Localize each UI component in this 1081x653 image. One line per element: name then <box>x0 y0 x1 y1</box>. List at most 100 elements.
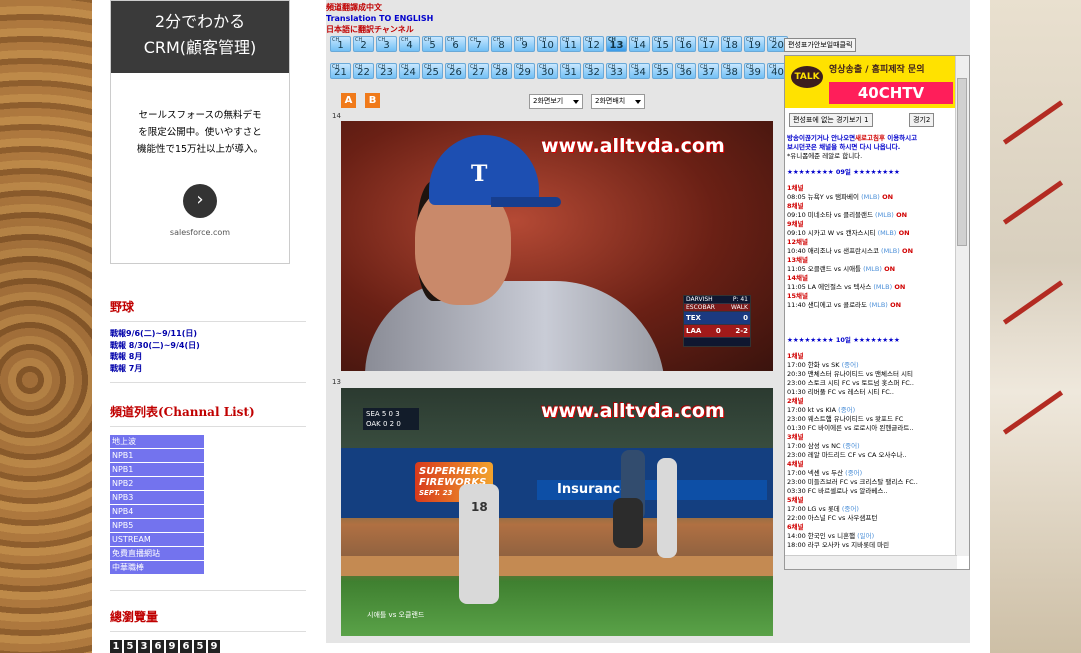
channel-button-28[interactable]: CH 28 <box>491 63 512 79</box>
schedule-item: 09:10 미네소타 vs 클리블랜드 (MLB) ON <box>787 211 955 220</box>
vertical-scrollbar[interactable] <box>955 56 969 556</box>
channel-button-23[interactable]: CH 23 <box>376 63 397 79</box>
schedule-item: 18:00 라쿠 오사카 vs 지바롯데 마린 <box>787 541 955 550</box>
extra-game-button-2[interactable]: 경기2 <box>909 113 935 127</box>
channel-link[interactable]: NPB2 <box>110 477 204 491</box>
a-button[interactable]: A <box>341 93 356 108</box>
channel-link[interactable]: 地上波 <box>110 435 204 449</box>
channel-button-14[interactable]: CH 14 <box>629 36 650 52</box>
extra-game-button-1[interactable]: 편성표에 없는 경기보기 1 <box>789 113 873 127</box>
channel-button-18[interactable]: CH 18 <box>721 36 742 52</box>
game-text: 08:05 뉴욕Y vs 탬파베이 <box>787 193 860 201</box>
schedule-help-button[interactable]: 편성표가안보일때클릭 <box>784 38 857 52</box>
date-header: ★★★★★★★★ 09일 ★★★★★★★★ <box>787 168 900 176</box>
channel-button-25[interactable]: CH 25 <box>422 63 443 79</box>
game-text: 03:30 FC 바르셀로나 vs 알라베스.. <box>787 487 888 495</box>
channel-link[interactable]: NPB3 <box>110 491 204 505</box>
channel-link[interactable]: 中華職棒 <box>110 561 204 575</box>
b-button[interactable]: B <box>365 93 380 108</box>
channel-button-29[interactable]: CH 29 <box>514 63 535 79</box>
ch-prefix: CH <box>355 37 363 43</box>
channel-link[interactable]: 免費直播網站 <box>110 547 204 561</box>
page-container: 2分でわかる CRM(顧客管理) セールスフォースの無料デモ を限定公開中。使い… <box>92 0 990 653</box>
schedule-panel[interactable]: TALK 영상송출 / 홈피제작 문의 40CHTV 편성표에 없는 경기보기 … <box>784 55 970 570</box>
lang-chinese-link[interactable]: 頻道翻譯成中文 <box>326 2 433 13</box>
channel-button-39[interactable]: CH 39 <box>744 63 765 79</box>
insurance-banner: Insurance <box>537 480 767 500</box>
dual-layout-select[interactable]: 2화면배치 <box>591 94 645 109</box>
ch-prefix: CH <box>516 64 524 70</box>
lang-english-link[interactable]: Translation TO ENGLISH <box>326 13 433 24</box>
kakao-banner[interactable]: TALK 영상송출 / 홈피제작 문의 40CHTV <box>785 56 957 108</box>
channel-button-32[interactable]: CH 32 <box>583 63 604 79</box>
counter-digit: 5 <box>124 640 136 653</box>
lang-japanese-link[interactable]: 日本語に翻訳チャンネル <box>326 24 433 35</box>
channel-button-1[interactable]: CH 1 <box>330 36 351 52</box>
channel-button-19[interactable]: CH 19 <box>744 36 765 52</box>
schedule-link[interactable]: 戰報 8/30(二)~9/4(日) <box>110 340 200 352</box>
channel-button-22[interactable]: CH 22 <box>353 63 374 79</box>
channel-heading: 6채널 <box>787 523 804 531</box>
ad-arrow-button[interactable]: › <box>183 184 217 218</box>
league-tag: (중어) <box>839 505 859 513</box>
schedule-link[interactable]: 戰報 8月 <box>110 351 200 363</box>
channel-link[interactable]: NPB5 <box>110 519 204 533</box>
channel-button-7[interactable]: CH 7 <box>468 36 489 52</box>
channel-button-36[interactable]: CH 36 <box>675 63 696 79</box>
ch-prefix: CH <box>608 37 616 43</box>
channel-link[interactable]: USTREAM <box>110 533 204 547</box>
video-2-label: 13 <box>332 378 341 386</box>
channel-button-33[interactable]: CH 33 <box>606 63 627 79</box>
banner-text: SUPERHERO <box>419 466 488 477</box>
league-tag: (MLB) <box>871 283 893 291</box>
video-player-2[interactable]: SUPERHERO FIREWORKS SEPT. 23 Insurance 1… <box>341 388 773 636</box>
channel-link[interactable]: NPB4 <box>110 505 204 519</box>
channel-button-6[interactable]: CH 6 <box>445 36 466 52</box>
channel-button-2[interactable]: CH 2 <box>353 36 374 52</box>
dual-view-select[interactable]: 2화면보기 <box>529 94 583 109</box>
channel-button-12[interactable]: CH 12 <box>583 36 604 52</box>
channel-button-17[interactable]: CH 17 <box>698 36 719 52</box>
video-player-1[interactable]: T www.alltvda.com DARVISH P: 41 ESCOBAR WA… <box>341 121 773 371</box>
channel-button-10[interactable]: CH 10 <box>537 36 558 52</box>
channel-button-13[interactable]: CH 13 <box>606 36 627 52</box>
channel-button-15[interactable]: CH 15 <box>652 36 673 52</box>
channel-button-31[interactable]: CH 31 <box>560 63 581 79</box>
channel-button-11[interactable]: CH 11 <box>560 36 581 52</box>
sb-text: LAA <box>686 327 702 335</box>
ch-prefix: CH <box>608 64 616 70</box>
channel-button-27[interactable]: CH 27 <box>468 63 489 79</box>
channel-button-3[interactable]: CH 3 <box>376 36 397 52</box>
game-text: 23:00 레알 마드리드 CF vs CA 오사수나.. <box>787 451 907 459</box>
channel-button-34[interactable]: CH 34 <box>629 63 650 79</box>
broadcast-caption: 시애틀 vs 오클랜드 <box>367 611 425 619</box>
horizontal-scrollbar[interactable] <box>785 555 957 569</box>
channel-button-30[interactable]: CH 30 <box>537 63 558 79</box>
date-header: ★★★★★★★★ 10일 ★★★★★★★★ <box>787 336 900 344</box>
channel-button-35[interactable]: CH 35 <box>652 63 673 79</box>
crm-advertisement[interactable]: 2分でわかる CRM(顧客管理) セールスフォースの無料デモ を限定公開中。使い… <box>110 0 290 264</box>
schedule-link[interactable]: 戰報 7月 <box>110 363 200 375</box>
channel-link[interactable]: NPB1 <box>110 449 204 463</box>
channel-button-37[interactable]: CH 37 <box>698 63 719 79</box>
kakao-text: 영상송출 / 홈피제작 문의 <box>829 65 925 75</box>
channel-link[interactable]: NPB1 <box>110 463 204 477</box>
ch-prefix: CH <box>378 37 386 43</box>
channel-button-9[interactable]: CH 9 <box>514 36 535 52</box>
scoreboard: DARVISH P: 41 ESCOBAR WALK TEX 0 LAA 0 2-2 <box>683 295 751 347</box>
channel-button-26[interactable]: CH 26 <box>445 63 466 79</box>
channel-button-5[interactable]: CH 5 <box>422 36 443 52</box>
scroll-thumb[interactable] <box>957 78 967 246</box>
channel-button-21[interactable]: CH 21 <box>330 63 351 79</box>
channel-button-24[interactable]: CH 24 <box>399 63 420 79</box>
ch-prefix: CH <box>585 37 593 43</box>
channel-button-16[interactable]: CH 16 <box>675 36 696 52</box>
ch-prefix: CH <box>746 64 754 70</box>
ch-prefix: CH <box>424 64 432 70</box>
channel-button-38[interactable]: CH 38 <box>721 63 742 79</box>
ch-prefix: CH <box>332 64 340 70</box>
channel-button-4[interactable]: CH 4 <box>399 36 420 52</box>
select-value: 2화면배치 <box>595 97 626 105</box>
channel-button-8[interactable]: CH 8 <box>491 36 512 52</box>
schedule-link[interactable]: 戰報9/6(二)~9/11(日) <box>110 328 200 340</box>
